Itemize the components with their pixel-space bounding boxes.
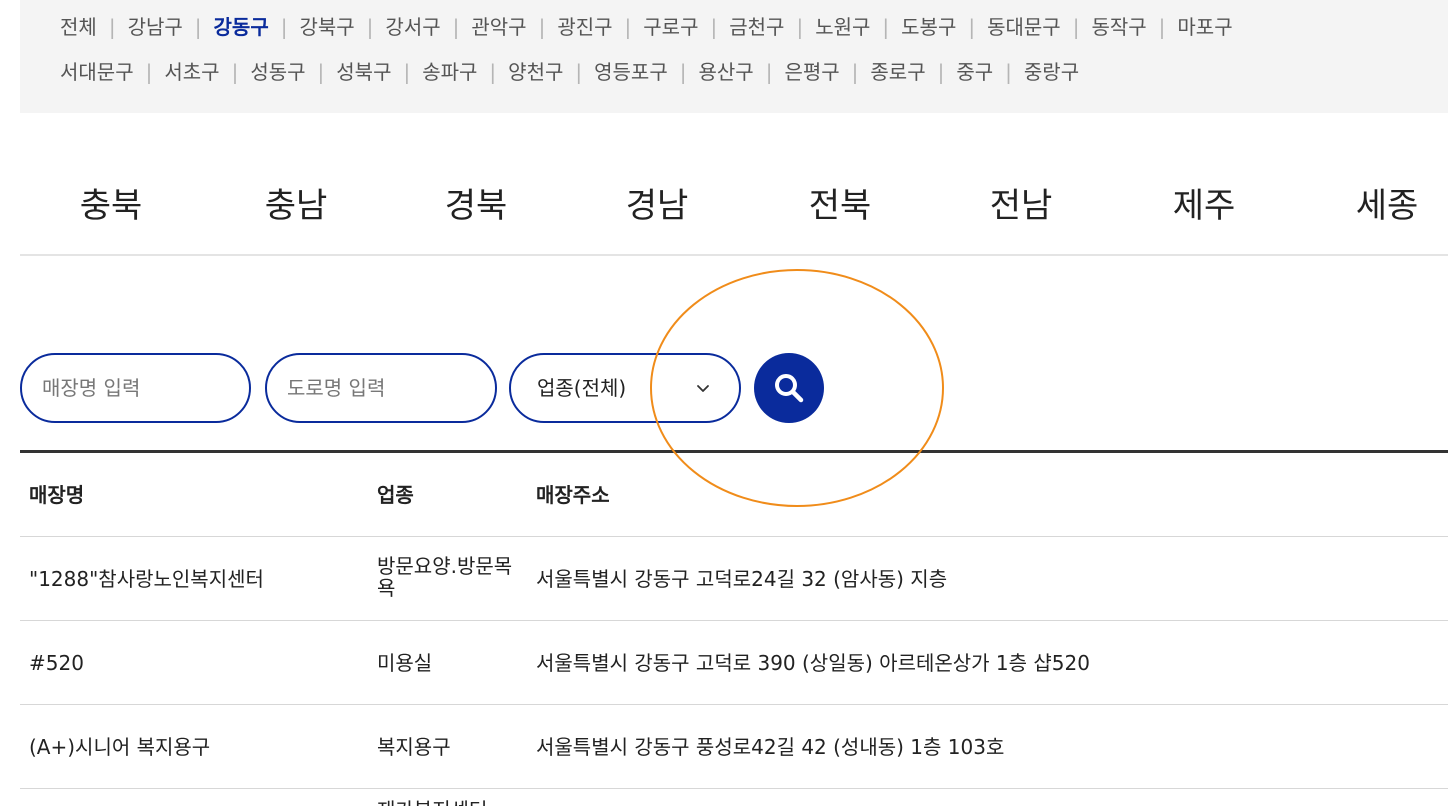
header-address: 매장주소	[536, 483, 610, 507]
province-tab[interactable]: 경북	[445, 178, 508, 234]
district-link[interactable]: 양천구	[508, 59, 563, 85]
cell-address: 서울특별시 강동구 고덕로 390 (상일동) 아르테온상가 1층 샵520	[536, 651, 1090, 675]
province-tab[interactable]: 제주	[1173, 178, 1236, 234]
category-select-value: 업종(전체)	[537, 376, 627, 400]
chevron-down-icon	[695, 380, 711, 396]
cell-category: 복지용구	[377, 735, 451, 759]
cell-category: 방문요양.방문목욕	[377, 554, 513, 600]
district-separator: |	[403, 60, 411, 84]
store-table: 매장명 업종 매장주소 "1288"참사랑노인복지센터 방문요양.방문목욕 서울…	[20, 450, 1448, 806]
district-link[interactable]: 송파구	[422, 59, 477, 85]
district-link[interactable]: 영등포구	[594, 59, 668, 85]
district-link[interactable]: 중랑구	[1024, 59, 1079, 85]
province-tab[interactable]: 세종	[1356, 178, 1419, 234]
district-separator: |	[851, 60, 859, 84]
district-separator: |	[1158, 15, 1166, 39]
table-header: 매장명 업종 매장주소	[20, 450, 1448, 537]
road-name-input[interactable]	[287, 355, 485, 421]
district-link[interactable]: 동대문구	[987, 14, 1061, 40]
district-link[interactable]: 은평구	[784, 59, 839, 85]
district-link[interactable]: 중구	[956, 59, 993, 85]
district-separator: |	[145, 60, 153, 84]
district-separator: |	[366, 15, 374, 39]
district-link[interactable]: 서초구	[164, 59, 219, 85]
district-link[interactable]: 강남구	[128, 14, 183, 40]
district-row-1: 전체 | 강남구 | 강동구 | 강북구 | 강서구 | 관악구 | 광진구 | 구로구 | 금천구 | 노원구 | 도…	[60, 14, 1233, 40]
cell-store-name: (A+)시니어 복지용구	[29, 735, 211, 759]
province-divider	[20, 254, 1448, 256]
district-row-2: 서대문구 | 서초구 | 성동구 | 성북구 | 송파구 | 양천구 | 영등포구 | 용산구 | 은평구 | 종로…	[60, 59, 1079, 85]
district-separator: |	[968, 15, 976, 39]
category-select[interactable]: 업종(전체)	[509, 353, 741, 423]
district-separator: |	[796, 15, 804, 39]
district-link[interactable]: 서대문구	[60, 59, 134, 85]
cell-address: 서울특별시 강동구 풍성로42길 42 (성내동) 1층 103호	[536, 735, 1005, 759]
district-separator: |	[538, 15, 546, 39]
district-separator: |	[765, 60, 773, 84]
district-separator: |	[710, 15, 718, 39]
district-separator: |	[882, 15, 890, 39]
store-name-input[interactable]	[42, 355, 239, 421]
district-link[interactable]: 노원구	[815, 14, 870, 40]
district-link[interactable]: 관악구	[471, 14, 526, 40]
search-button[interactable]	[754, 353, 824, 423]
district-link[interactable]: 용산구	[698, 59, 753, 85]
district-separator: |	[575, 60, 583, 84]
district-separator: |	[1005, 60, 1012, 84]
district-link[interactable]: 구로구	[643, 14, 698, 40]
province-tab[interactable]: 전남	[990, 178, 1053, 234]
district-separator: |	[489, 60, 497, 84]
district-separator: |	[452, 15, 460, 39]
province-tab[interactable]: 충북	[80, 178, 143, 234]
district-separator: |	[194, 15, 202, 39]
district-link[interactable]: 성동구	[250, 59, 305, 85]
district-link[interactable]: 강동구	[214, 14, 269, 40]
district-separator: |	[624, 15, 632, 39]
cell-category: 미용실	[377, 651, 433, 675]
cell-category: 재가복지센터	[377, 799, 522, 806]
store-name-field	[20, 353, 251, 423]
district-separator: |	[280, 15, 288, 39]
district-separator: |	[317, 60, 325, 84]
cell-store-name: "1288"참사랑노인복지센터	[29, 567, 264, 591]
table-row[interactable]: #520 미용실 서울특별시 강동구 고덕로 390 (상일동) 아르테온상가 …	[20, 621, 1448, 705]
province-tab[interactable]: 경남	[626, 178, 689, 234]
header-store-name: 매장명	[29, 483, 85, 507]
district-link[interactable]: 동작구	[1091, 14, 1146, 40]
district-separator: |	[679, 60, 687, 84]
province-tab[interactable]: 충남	[265, 178, 328, 234]
district-separator: |	[108, 15, 116, 39]
province-tabs: 충북 충남 경북 경남 전북 전남 제주 세종	[0, 178, 1448, 238]
district-link[interactable]: 강북구	[299, 14, 354, 40]
cell-address: 서울특별시 강동구 고덕로24길 32 (암사동) 지층	[536, 567, 948, 591]
district-link[interactable]: 성북구	[336, 59, 391, 85]
district-link[interactable]: 종로구	[870, 59, 925, 85]
district-link[interactable]: 강서구	[385, 14, 440, 40]
road-name-field	[265, 353, 497, 423]
district-link[interactable]: 마포구	[1177, 14, 1232, 40]
table-row[interactable]: "1288"참사랑노인복지센터 방문요양.방문목욕 서울특별시 강동구 고덕로2…	[20, 537, 1448, 621]
header-category: 업종	[377, 483, 414, 507]
search-icon	[775, 374, 804, 403]
table-row[interactable]: 재가복지센터	[20, 789, 1448, 806]
table-row[interactable]: (A+)시니어 복지용구 복지용구 서울특별시 강동구 풍성로42길 42 (성…	[20, 705, 1448, 789]
page: 전체 | 강남구 | 강동구 | 강북구 | 강서구 | 관악구 | 광진구 | 구로구 | 금천구 | 노원구 | 도…	[0, 0, 1448, 806]
district-link[interactable]: 전체	[60, 14, 97, 40]
district-filter-panel: 전체 | 강남구 | 강동구 | 강북구 | 강서구 | 관악구 | 광진구 | 구로구 | 금천구 | 노원구 | 도…	[20, 0, 1448, 113]
district-link[interactable]: 금천구	[729, 14, 784, 40]
district-link[interactable]: 도봉구	[901, 14, 956, 40]
district-separator: |	[1072, 15, 1080, 39]
province-tab[interactable]: 전북	[809, 178, 872, 234]
district-link[interactable]: 광진구	[557, 14, 612, 40]
cell-store-name: #520	[29, 651, 84, 675]
district-separator: |	[231, 60, 239, 84]
district-separator: |	[937, 60, 945, 84]
